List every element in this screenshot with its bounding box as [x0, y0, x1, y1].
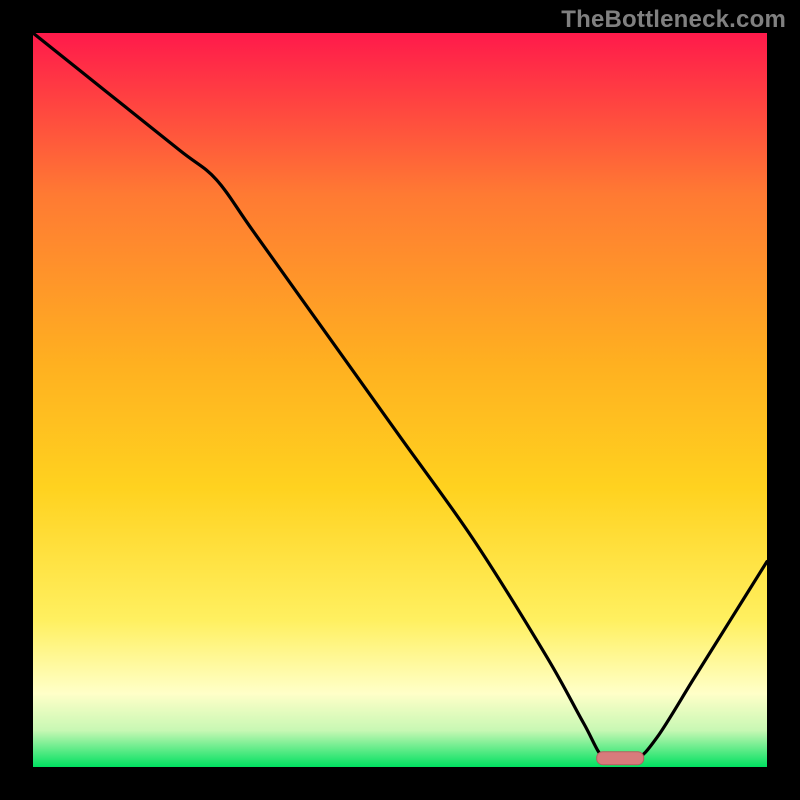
- plot-background: [33, 33, 767, 767]
- watermark-text: TheBottleneck.com: [561, 6, 786, 34]
- chart-container: TheBottleneck.com: [0, 0, 800, 800]
- optimum-marker: [597, 752, 644, 765]
- chart-svg: [0, 0, 800, 800]
